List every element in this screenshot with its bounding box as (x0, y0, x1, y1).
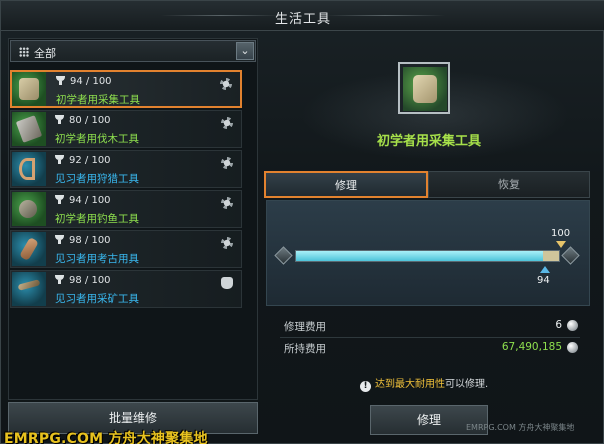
tool-row-hunting[interactable]: 92 / 100 见习者用狩猎工具 (10, 150, 242, 188)
repair-notice: ! 达到最大耐用性可以修理. (360, 375, 488, 392)
current-durability-marker (540, 266, 550, 273)
selected-tool-icon-frame (398, 62, 450, 114)
gear-icon (221, 117, 233, 129)
tool-durability: 98 / 100 (69, 275, 111, 286)
durability-icon (55, 115, 64, 124)
repair-cost-label: 修理费用 (284, 321, 326, 333)
title-divider-right (325, 15, 445, 16)
tool-row-logging[interactable]: 80 / 100 初学者用伐木工具 (10, 110, 242, 148)
durability-icon (55, 235, 64, 244)
gear-icon (221, 237, 233, 249)
gathering-gloves-icon (12, 72, 46, 106)
detail-tabs: 修理 恢复 (264, 171, 590, 198)
tool-row-gathering[interactable]: 94 / 100 初学者用采集工具 (10, 70, 242, 108)
tool-row-mining[interactable]: 98 / 100 见习者用采矿工具 (10, 270, 242, 308)
tool-durability: 94 / 100 (69, 195, 111, 206)
tool-row-fishing[interactable]: 94 / 100 初学者用钓鱼工具 (10, 190, 242, 228)
selected-tool-title: 初学者用采集工具 (376, 134, 481, 149)
titlebar: 生活工具 (1, 1, 604, 31)
owned-currency-label: 所持费用 (284, 343, 326, 355)
notice-highlight: 达到最大耐用性 (375, 379, 445, 390)
owned-currency-row: 所持费用 67,490,185 (284, 339, 580, 357)
durability-bar (295, 250, 560, 262)
mining-pickaxe-icon (12, 272, 46, 306)
repair-cost-value: 6 (555, 319, 562, 331)
gear-icon (221, 157, 233, 169)
cost-divider (280, 337, 580, 338)
tool-durability: 80 / 100 (69, 115, 111, 126)
durability-icon (56, 76, 65, 85)
fishing-rod-icon (12, 192, 46, 226)
tool-name: 见习者用考古用具 (55, 253, 139, 265)
tab-repair[interactable]: 修理 (264, 171, 428, 198)
category-filter-value: 全部 (34, 47, 56, 60)
durability-icon (55, 155, 64, 164)
tool-durability: 98 / 100 (69, 235, 111, 246)
durability-icon (55, 195, 64, 204)
gathering-gloves-icon (403, 67, 447, 111)
silver-coin-icon (567, 342, 578, 353)
tab-restore[interactable]: 恢复 (428, 171, 590, 198)
tool-name: 见习者用采矿工具 (55, 293, 139, 305)
tool-name: 初学者用采集工具 (56, 94, 140, 106)
window-title: 生活工具 (274, 12, 331, 27)
exclamation-icon: ! (360, 381, 371, 392)
repair-cost-row: 修理费用 6 (284, 317, 580, 335)
logging-axe-icon (12, 112, 46, 146)
current-durability-label: 94 (537, 275, 550, 286)
gear-icon (220, 78, 232, 90)
watermark: EMRPG.COM 方舟大神聚集地 (4, 431, 208, 444)
max-durability-label: 100 (551, 228, 571, 239)
gauge-left-cap (273, 246, 295, 266)
chevron-down-icon[interactable]: ⌄ (236, 42, 254, 60)
durability-current-fill (296, 251, 543, 261)
tool-row-archaeology[interactable]: 98 / 100 见习者用考古用具 (10, 230, 242, 268)
hunting-bow-icon (12, 152, 46, 186)
tool-name: 初学者用伐木工具 (55, 133, 139, 145)
silver-coin-icon (567, 320, 578, 331)
tool-durability: 94 / 100 (70, 76, 112, 87)
durability-repairable-fill (543, 251, 559, 261)
category-filter-dropdown[interactable]: 全部 ⌄ (10, 40, 256, 62)
bag-icon (221, 277, 233, 289)
tool-name: 见习者用狩猎工具 (55, 173, 139, 185)
tool-name: 初学者用钓鱼工具 (55, 213, 139, 225)
gear-icon (221, 197, 233, 209)
tool-list: 94 / 100 初学者用采集工具 80 / 100 初学者用伐木工具 92 /… (10, 70, 242, 310)
owned-currency-value: 67,490,185 (501, 341, 562, 353)
grid-icon (19, 47, 29, 57)
gauge-right-cap (560, 246, 582, 266)
max-durability-marker (556, 241, 566, 248)
durability-icon (55, 275, 64, 284)
watermark-small: EMRPG.COM 方舟大神聚集地 (466, 423, 575, 432)
archaeology-shovel-icon (12, 232, 46, 266)
notice-text: 可以修理. (445, 379, 489, 390)
tool-durability: 92 / 100 (69, 155, 111, 166)
